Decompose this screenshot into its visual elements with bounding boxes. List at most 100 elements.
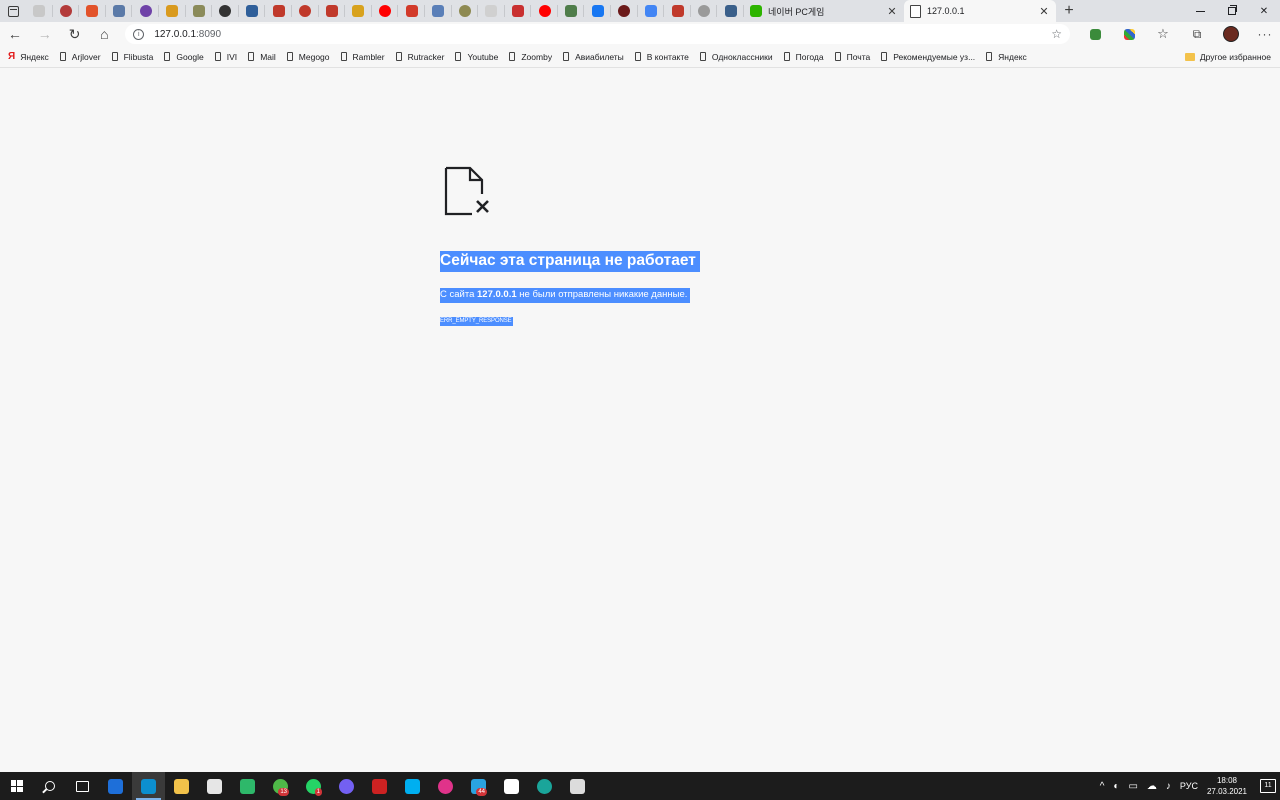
bookmark-item[interactable]: Zoomby	[509, 52, 552, 62]
pinned-tab[interactable]	[398, 0, 425, 22]
bookmark-label: В контакте	[646, 51, 689, 62]
search-button[interactable]	[33, 772, 66, 800]
pinned-tab[interactable]	[531, 0, 558, 22]
pinned-tab[interactable]	[611, 0, 638, 22]
pinned-tab[interactable]	[372, 0, 399, 22]
pinned-tab[interactable]	[505, 0, 532, 22]
taskbar-app-button[interactable]	[165, 772, 198, 800]
window-app-icon	[570, 778, 585, 794]
taskbar-app-button[interactable]	[132, 772, 165, 800]
bookmark-item[interactable]: Mail	[248, 52, 276, 62]
pinned-tab[interactable]	[132, 0, 159, 22]
network-icon[interactable]: ▭	[1128, 781, 1137, 792]
pinned-tab[interactable]	[265, 0, 292, 22]
bookmark-item[interactable]: Youtube	[455, 52, 498, 62]
taskbar-app-button[interactable]	[495, 772, 528, 800]
favorites-button[interactable]: ☆	[1148, 22, 1178, 46]
bookmark-item[interactable]: Arjlover	[59, 52, 101, 62]
pinned-tab[interactable]	[638, 0, 665, 22]
yandex-icon: Я	[8, 51, 16, 62]
extension-button[interactable]	[1114, 22, 1144, 46]
pinned-tab[interactable]	[159, 0, 186, 22]
bookmark-item[interactable]: Rambler	[340, 52, 385, 62]
pinned-tab[interactable]	[239, 0, 266, 22]
taskbar-app-button[interactable]	[396, 772, 429, 800]
close-tab-icon[interactable]: ✕	[886, 5, 898, 18]
taskbar-app-button[interactable]: 44	[462, 772, 495, 800]
bookmark-item[interactable]: Яндекс	[986, 52, 1027, 62]
bookmark-item[interactable]: Я Яндекс	[8, 51, 49, 62]
notification-center-icon[interactable]: 11	[1260, 779, 1276, 793]
back-button[interactable]: ←	[0, 22, 30, 46]
pinned-tab[interactable]	[26, 0, 53, 22]
tab-naver[interactable]: 네이버 PC게임 ✕	[744, 0, 904, 22]
bookmark-item[interactable]: IVI	[214, 52, 237, 62]
taskbar-app-button[interactable]	[528, 772, 561, 800]
taskbar-app-button[interactable]	[99, 772, 132, 800]
pinned-tab[interactable]	[53, 0, 80, 22]
pinned-tab[interactable]	[452, 0, 479, 22]
collections-button[interactable]: ⧉	[1182, 22, 1212, 46]
forward-button[interactable]: →	[30, 22, 60, 46]
task-view-button[interactable]	[66, 772, 99, 800]
pinned-tab[interactable]	[212, 0, 239, 22]
extension-button[interactable]	[1080, 22, 1110, 46]
other-favorites-button[interactable]: Другое избранное	[1184, 52, 1271, 62]
restore-button[interactable]	[1216, 0, 1248, 22]
page-icon	[164, 52, 171, 61]
bookmark-item[interactable]: В контакте	[634, 51, 689, 62]
taskbar-app-button[interactable]	[363, 772, 396, 800]
pinned-tab[interactable]	[186, 0, 213, 22]
cloud-icon[interactable]: ☁	[1147, 781, 1157, 792]
taskbar-app-button[interactable]	[198, 772, 231, 800]
pinned-tab[interactable]	[345, 0, 372, 22]
pinned-tab[interactable]	[292, 0, 319, 22]
bookmark-item[interactable]: Megogo	[286, 52, 330, 62]
pinned-tab[interactable]	[79, 0, 106, 22]
pinned-tab[interactable]	[664, 0, 691, 22]
bookmark-item[interactable]: Авиабилеты	[563, 52, 624, 62]
page-icon	[563, 52, 570, 61]
bookmark-item[interactable]: Flibusta	[111, 52, 153, 62]
tab-active[interactable]: 127.0.0.1 ✕	[904, 0, 1057, 22]
taskbar-app-button[interactable]: 1	[297, 772, 330, 800]
volume-icon[interactable]: ♪	[1166, 781, 1171, 792]
error-page: Сейчас эта страница не работает С сайта …	[440, 166, 840, 327]
bookmark-item[interactable]: Погода	[783, 52, 824, 62]
pinned-tab[interactable]	[425, 0, 452, 22]
pinned-tab[interactable]	[584, 0, 611, 22]
settings-more-button[interactable]: ···	[1250, 22, 1280, 46]
taskbar-app-button[interactable]	[231, 772, 264, 800]
new-tab-button[interactable]: +	[1056, 0, 1082, 22]
language-indicator[interactable]: РУС	[1180, 781, 1198, 791]
add-favorite-icon[interactable]: ☆	[1051, 27, 1062, 41]
bookmark-item[interactable]: Google	[164, 52, 204, 62]
tray-overflow-chevron-icon[interactable]: ^	[1100, 781, 1105, 792]
tray-app-icon[interactable]: ◐	[1113, 781, 1119, 792]
minimize-button[interactable]	[1184, 0, 1216, 22]
taskbar-app-button[interactable]: 13	[264, 772, 297, 800]
close-tab-icon[interactable]: ✕	[1038, 5, 1050, 18]
pinned-tab[interactable]	[691, 0, 718, 22]
address-bar[interactable]: i 127.0.0.1:8090 ☆	[125, 24, 1070, 44]
taskbar-app-button[interactable]	[561, 772, 594, 800]
taskbar-app-button[interactable]	[330, 772, 363, 800]
home-button[interactable]: ⌂	[89, 22, 119, 46]
profile-button[interactable]	[1216, 22, 1246, 46]
tab-actions-button[interactable]	[0, 0, 26, 22]
reload-button[interactable]: ↻	[60, 22, 90, 46]
pinned-tab[interactable]	[478, 0, 505, 22]
taskbar-app-button[interactable]	[429, 772, 462, 800]
bookmark-item[interactable]: Rutracker	[395, 52, 444, 62]
pinned-tab[interactable]	[319, 0, 346, 22]
start-button[interactable]	[0, 772, 33, 800]
clock[interactable]: 18:08 27.03.2021	[1207, 775, 1247, 797]
info-icon[interactable]: i	[133, 28, 145, 40]
pinned-tab[interactable]	[106, 0, 133, 22]
bookmark-item[interactable]: Почта	[834, 52, 870, 62]
close-window-button[interactable]: ✕	[1248, 0, 1280, 22]
pinned-tab[interactable]	[558, 0, 585, 22]
bookmark-item[interactable]: Рекомендуемые уз...	[881, 52, 975, 62]
pinned-tab[interactable]	[717, 0, 744, 22]
bookmark-item[interactable]: Одноклассники	[699, 52, 773, 62]
